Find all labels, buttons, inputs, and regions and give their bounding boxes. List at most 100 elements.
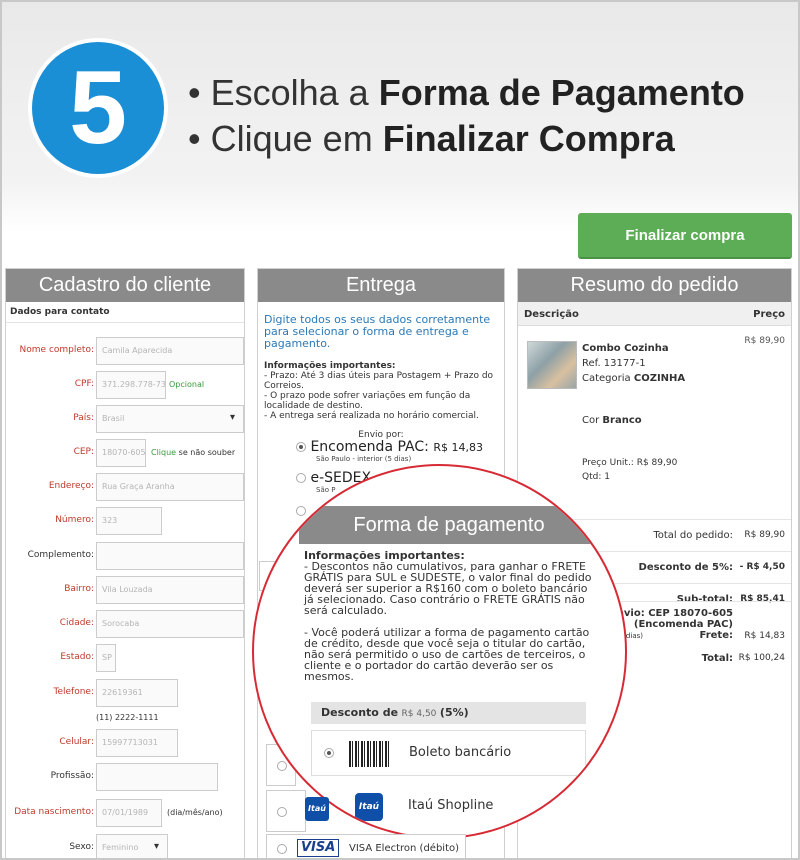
- form-row: CPF: 371.298.778-73 Opcional: [6, 371, 244, 401]
- payment-info-paragraph: - Você poderá utilizar a forma de pagame…: [304, 626, 590, 683]
- payment-zoom-highlight: Forma de pagamento Informações important…: [252, 464, 627, 839]
- freight-label: Frete:: [699, 630, 733, 641]
- field-input[interactable]: Brasil: [96, 405, 244, 433]
- field-label: País:: [73, 413, 94, 423]
- radio-button[interactable]: [277, 761, 287, 771]
- instruction-2-bold: Finalizar Compra: [382, 118, 675, 159]
- radio-button[interactable]: [324, 748, 334, 758]
- itau-logo: Itaú: [305, 797, 329, 821]
- form-row: País: Brasil ▾: [6, 405, 244, 435]
- radio-button[interactable]: [296, 473, 306, 483]
- product-name[interactable]: Combo Cozinha: [582, 343, 669, 354]
- shipping-line-1: Envio: CEP 18070-605: [609, 608, 733, 619]
- barcode-icon: [349, 741, 389, 767]
- field-input[interactable]: 323: [96, 507, 162, 535]
- chevron-down-icon[interactable]: ▾: [154, 841, 159, 852]
- field-input[interactable]: Sorocaba: [96, 610, 244, 638]
- order-summary-title: Resumo do pedido: [518, 269, 791, 302]
- field-input[interactable]: [96, 542, 244, 570]
- product-color: Cor Branco: [582, 415, 642, 426]
- field-label: CEP:: [73, 447, 94, 457]
- shipping-option-price: R$ 14,83: [433, 441, 483, 454]
- summary-row-value: R$ 89,90: [744, 530, 785, 540]
- radio-button[interactable]: [277, 844, 287, 854]
- field-input[interactable]: Rua Graça Aranha: [96, 473, 244, 501]
- field-label: Data nascimento:: [14, 807, 94, 817]
- payment-panel-title: Forma de pagamento: [299, 506, 599, 544]
- form-row: Complemento:: [6, 542, 244, 572]
- field-input[interactable]: Vila Louzada: [96, 576, 244, 604]
- payment-option-label: VISA Electron (débito): [349, 843, 460, 854]
- delivery-info-line: - O prazo pode sofrer variações em funçã…: [264, 391, 471, 411]
- color-label: Cor: [582, 415, 600, 426]
- summary-row-label: Total do pedido:: [653, 530, 733, 541]
- field-input[interactable]: 22619361: [96, 679, 178, 707]
- payment-option-itau[interactable]: Itaú Itaú Shopline: [311, 784, 586, 830]
- form-row: CEP: 18070-605 Clique se não souber: [6, 439, 244, 469]
- field-hint: Clique se não souber: [151, 448, 235, 457]
- phone-format-hint: (11) 2222-1111: [96, 713, 159, 722]
- step-number-badge: 5: [32, 42, 164, 174]
- instruction-line-1: • Escolha a Forma de Pagamento: [188, 72, 745, 114]
- delivery-intro: Digite todos os seus dados corretamente …: [264, 313, 491, 350]
- field-hint: Opcional: [169, 380, 204, 389]
- field-hint-text: Opcional: [169, 380, 205, 389]
- product-price: R$ 89,90: [744, 336, 785, 346]
- summary-table-header: Descrição Preço: [518, 302, 791, 326]
- field-label: Bairro:: [64, 584, 94, 594]
- instruction-1-bold: Forma de Pagamento: [378, 72, 745, 113]
- finalize-purchase-button[interactable]: Finalizar compra: [578, 213, 792, 259]
- payment-option-visa[interactable]: VISA VISA Electron (débito): [266, 834, 466, 858]
- field-input[interactable]: [96, 763, 218, 791]
- field-input[interactable]: Camila Aparecida: [96, 337, 244, 365]
- radio-button[interactable]: [277, 807, 287, 817]
- product-category: Categoria COZINHA: [582, 373, 685, 384]
- form-row: Sexo: Feminino ▾: [6, 834, 244, 858]
- field-label: Sexo:: [69, 842, 94, 852]
- visa-logo: VISA: [297, 839, 340, 857]
- delivery-info-line: - A entrega será realizada no horário co…: [264, 411, 479, 421]
- form-row: Cidade: Sorocaba: [6, 610, 244, 640]
- field-input[interactable]: 15997713031: [96, 729, 178, 757]
- shipping-option-pac[interactable]: Encomenda PAC: R$ 14,83 São Paulo - inte…: [296, 439, 483, 463]
- freight-value: R$ 14,83: [744, 631, 785, 641]
- description-column-header: Descrição: [524, 309, 579, 320]
- field-label: Nome completo:: [19, 345, 94, 355]
- field-input[interactable]: SP: [96, 644, 116, 672]
- field-label: CPF:: [74, 379, 94, 389]
- cep-lookup-link[interactable]: Clique: [151, 448, 176, 457]
- form-row: Data nascimento: 07/01/1989 (dia/mês/ano): [6, 799, 244, 829]
- radio-button[interactable]: [296, 442, 306, 452]
- field-hint-text: se não souber: [178, 448, 236, 457]
- field-input[interactable]: 371.298.778-73: [96, 371, 166, 399]
- form-row: Número: 323: [6, 507, 244, 537]
- payment-option-boleto[interactable]: Boleto bancário: [311, 730, 586, 776]
- field-input[interactable]: 18070-605: [96, 439, 146, 467]
- chevron-down-icon[interactable]: ▾: [230, 412, 235, 423]
- category-value: COZINHA: [633, 373, 686, 384]
- instruction-1-prefix: • Escolha a: [188, 72, 379, 113]
- total-label: Total:: [701, 653, 733, 664]
- shipping-line-2: (Encomenda PAC): [633, 619, 733, 630]
- discount-label: Desconto de: [321, 706, 399, 719]
- delivery-info-title: Informações importantes:: [264, 361, 396, 371]
- field-label: Telefone:: [53, 687, 95, 697]
- field-label: Número:: [55, 515, 94, 525]
- form-row: Celular: 15997713031: [6, 729, 244, 759]
- product-thumbnail[interactable]: [527, 341, 577, 389]
- field-input[interactable]: 07/01/1989: [96, 799, 162, 827]
- total-value: R$ 100,24: [738, 653, 785, 663]
- product-ref: Ref. 13177-1: [582, 358, 646, 369]
- itau-option-card-fragment: [266, 790, 306, 832]
- contact-section-label: Dados para contato: [6, 302, 244, 323]
- form-row: Telefone: 22619361 (11) 2222-1111: [6, 679, 244, 722]
- payment-option-label: Boleto bancário: [409, 745, 512, 760]
- field-label: Endereço:: [48, 481, 94, 491]
- color-value: Branco: [602, 415, 642, 426]
- shipping-option-detail: São Paulo - interior (5 dias): [316, 455, 412, 463]
- delivery-info: Informações importantes: - Prazo: Até 3 …: [258, 350, 504, 421]
- field-hint-text: (dia/mês/ano): [167, 808, 223, 817]
- product-unit-price: Preço Unit.: R$ 89,90: [582, 458, 678, 468]
- product-quantity: Qtd: 1: [582, 472, 610, 482]
- payment-info-paragraph: - Descontos não cumulativos, para ganhar…: [304, 560, 592, 617]
